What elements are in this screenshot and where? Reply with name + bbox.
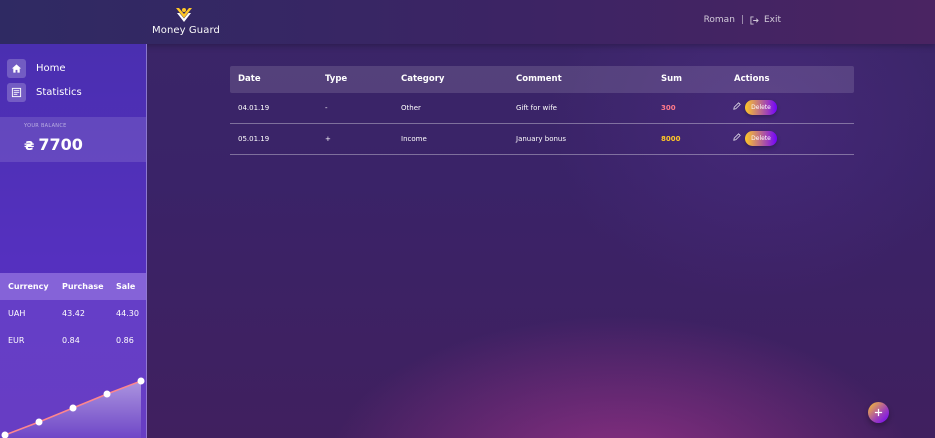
trend-point xyxy=(1,431,9,438)
balance-title: YOUR BALANCE xyxy=(24,123,67,129)
header-separator: | xyxy=(740,15,744,25)
sidebar-item-label: Statistics xyxy=(36,87,82,98)
trend-point xyxy=(35,418,43,426)
cell-type: - xyxy=(325,104,328,112)
sidebar: Home Statistics YOUR BALANCE ₴ 7700 Curr… xyxy=(0,44,147,438)
statistics-icon xyxy=(7,83,26,102)
logo-text: Money Guard xyxy=(152,25,220,36)
rate-purchase: 43.42 xyxy=(62,309,85,318)
trend-point xyxy=(103,390,111,398)
column-header-actions: Actions xyxy=(734,74,770,84)
rates-header-row: Currency Purchase Sale xyxy=(0,273,146,300)
sidebar-item-label: Home xyxy=(36,63,66,74)
cell-category: Other xyxy=(401,104,421,112)
rate-sale: 44.30 xyxy=(116,309,139,318)
balance-amount: ₴ 7700 xyxy=(24,135,83,154)
edit-icon[interactable] xyxy=(733,102,741,110)
cell-type: + xyxy=(325,135,331,143)
sidebar-item-home[interactable]: Home xyxy=(7,59,66,78)
home-icon xyxy=(7,59,26,78)
column-header-category: Category xyxy=(401,74,445,84)
app-header: Money Guard Roman | Exit xyxy=(0,0,935,44)
user-area: Roman | Exit xyxy=(704,15,781,25)
plus-icon xyxy=(874,408,883,417)
rate-purchase: 0.84 xyxy=(62,336,80,345)
currency-symbol: ₴ xyxy=(24,139,35,153)
exit-icon xyxy=(750,15,759,25)
rates-trend-graphic xyxy=(1,377,145,438)
balance-panel: YOUR BALANCE ₴ 7700 xyxy=(0,117,146,162)
rate-currency: UAH xyxy=(8,309,26,318)
money-guard-logo-icon xyxy=(176,8,192,22)
transactions-header-row: Date Type Category Comment Sum Actions xyxy=(230,66,854,93)
balance-value: 7700 xyxy=(38,135,83,154)
delete-button[interactable]: Delete xyxy=(745,100,777,115)
table-row: 04.01.19 - Other Gift for wife 300 Delet… xyxy=(230,93,854,124)
cell-comment: Gift for wife xyxy=(516,104,557,112)
trend-point xyxy=(69,404,77,412)
cell-date: 05.01.19 xyxy=(238,135,270,143)
column-header-type: Type xyxy=(325,74,348,84)
cell-sum: 8000 xyxy=(661,135,681,143)
rate-sale: 0.86 xyxy=(116,336,134,345)
cell-category: Income xyxy=(401,135,427,143)
table-row: 05.01.19 + Income January bonus 8000 Del… xyxy=(230,124,854,155)
cell-sum: 300 xyxy=(661,104,676,112)
rates-header-sale: Sale xyxy=(116,282,136,291)
add-transaction-button[interactable] xyxy=(868,402,889,423)
user-name: Roman xyxy=(703,15,735,25)
column-header-sum: Sum xyxy=(661,74,683,84)
logo[interactable]: Money Guard xyxy=(152,6,220,36)
cell-comment: January bonus xyxy=(516,135,567,143)
rate-currency: EUR xyxy=(8,336,25,345)
sidebar-item-statistics[interactable]: Statistics xyxy=(7,83,82,102)
rates-header-purchase: Purchase xyxy=(62,282,104,291)
column-header-comment: Comment xyxy=(516,74,562,84)
column-header-date: Date xyxy=(238,74,261,84)
delete-button[interactable]: Delete xyxy=(745,131,777,146)
cell-date: 04.01.19 xyxy=(238,104,270,112)
trend-point xyxy=(137,377,145,385)
edit-icon[interactable] xyxy=(733,133,741,141)
exit-button[interactable]: Exit xyxy=(750,15,781,25)
rates-header-currency: Currency xyxy=(8,282,49,291)
exit-label: Exit xyxy=(763,15,781,25)
